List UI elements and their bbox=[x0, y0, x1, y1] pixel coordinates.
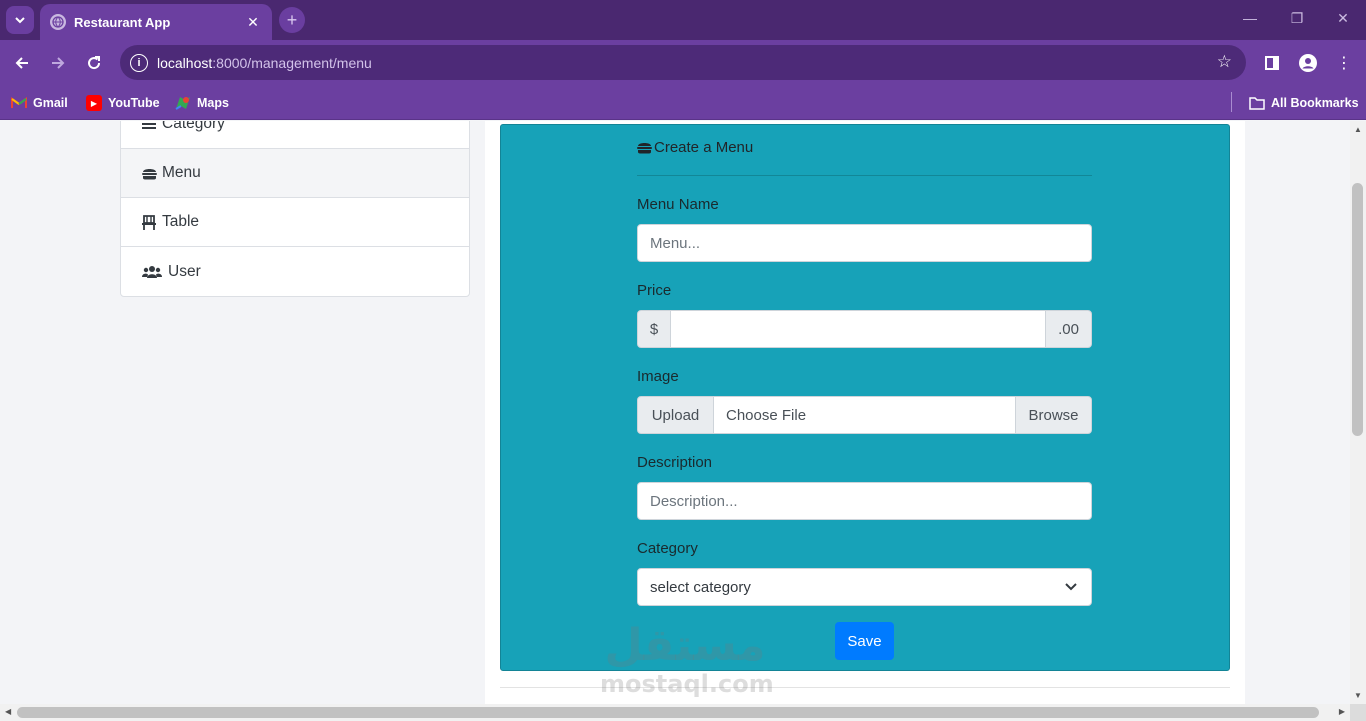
price-input-group: $ .00 bbox=[637, 310, 1092, 348]
scrollbar-corner bbox=[1350, 704, 1366, 721]
bookmarks-separator bbox=[1231, 92, 1232, 112]
menu-name-label: Menu Name bbox=[637, 196, 719, 213]
form-title: Create a Menu bbox=[637, 139, 753, 156]
upload-addon: Upload bbox=[637, 396, 714, 434]
chair-icon bbox=[142, 214, 160, 230]
folder-icon bbox=[1249, 95, 1265, 111]
url-text: localhost:8000/management/menu bbox=[157, 54, 372, 71]
maps-icon bbox=[175, 95, 191, 111]
gmail-icon bbox=[11, 95, 27, 111]
category-select[interactable]: select category bbox=[637, 568, 1092, 606]
save-button[interactable]: Save bbox=[835, 622, 894, 660]
price-suffix: .00 bbox=[1045, 310, 1092, 348]
sidebar-item-menu[interactable]: Menu bbox=[121, 149, 469, 198]
browser-toolbar: i localhost:8000/management/menu ☆ ⋮ bbox=[0, 40, 1366, 86]
bookmark-gmail[interactable]: Gmail bbox=[11, 92, 68, 114]
sidebar-item-table[interactable]: Table bbox=[121, 198, 469, 247]
sidebar-item-category[interactable]: Category bbox=[121, 121, 469, 149]
profile-icon[interactable] bbox=[1296, 51, 1320, 75]
bookmark-maps[interactable]: Maps bbox=[175, 92, 229, 114]
bookmark-youtube[interactable]: ▶ YouTube bbox=[86, 92, 160, 114]
price-label: Price bbox=[637, 282, 672, 299]
side-panel-icon[interactable] bbox=[1260, 51, 1284, 75]
bars-icon bbox=[142, 121, 160, 130]
price-prefix: $ bbox=[637, 310, 671, 348]
page-viewport: Category Menu Table User Create a Menu M… bbox=[0, 121, 1350, 704]
menu-name-input[interactable]: Menu... bbox=[637, 224, 1092, 262]
scroll-right-icon[interactable]: ▶ bbox=[1339, 707, 1345, 716]
horizontal-scrollbar[interactable]: ◀ ▶ bbox=[0, 704, 1350, 721]
hamburger-icon bbox=[637, 141, 652, 154]
address-bar[interactable]: i localhost:8000/management/menu ☆ bbox=[120, 45, 1246, 80]
chevron-down-icon bbox=[1065, 583, 1077, 591]
youtube-icon: ▶ bbox=[86, 95, 102, 111]
users-icon bbox=[142, 265, 166, 279]
globe-icon bbox=[50, 14, 66, 30]
image-label: Image bbox=[637, 368, 679, 385]
active-tab[interactable]: Restaurant App ✕ bbox=[40, 4, 272, 40]
restore-icon[interactable]: ❐ bbox=[1287, 10, 1307, 27]
file-input[interactable]: Choose File bbox=[714, 396, 1015, 434]
close-window-icon[interactable]: ✕ bbox=[1333, 10, 1353, 27]
tab-search-button[interactable] bbox=[6, 6, 34, 34]
browse-button[interactable]: Browse bbox=[1015, 396, 1092, 434]
forward-icon[interactable] bbox=[47, 52, 69, 74]
title-divider bbox=[637, 175, 1092, 176]
scroll-up-icon[interactable]: ▲ bbox=[1354, 125, 1362, 134]
new-tab-button[interactable]: + bbox=[279, 7, 305, 33]
sidebar: Category Menu Table User bbox=[120, 121, 470, 297]
tab-close-icon[interactable]: ✕ bbox=[244, 14, 262, 31]
tab-title: Restaurant App bbox=[74, 14, 171, 30]
minimize-icon[interactable]: — bbox=[1240, 10, 1260, 26]
vertical-scrollbar[interactable]: ▲ ▼ bbox=[1350, 121, 1366, 704]
plus-icon: + bbox=[286, 9, 298, 30]
chevron-down-icon bbox=[15, 17, 25, 24]
horizontal-scroll-thumb[interactable] bbox=[17, 707, 1319, 718]
kebab-menu-icon[interactable]: ⋮ bbox=[1332, 51, 1356, 75]
vertical-scroll-thumb[interactable] bbox=[1352, 183, 1363, 436]
hamburger-icon bbox=[142, 167, 160, 180]
create-menu-panel: Create a Menu Menu Name Menu... Price $ … bbox=[500, 124, 1230, 671]
description-label: Description bbox=[637, 454, 713, 471]
bookmarks-bar: Gmail ▶ YouTube Maps All Bookmarks bbox=[0, 86, 1366, 120]
site-info-icon[interactable]: i bbox=[130, 53, 148, 72]
back-icon[interactable] bbox=[11, 52, 33, 74]
scroll-down-icon[interactable]: ▼ bbox=[1354, 691, 1362, 700]
description-input[interactable]: Description... bbox=[637, 482, 1092, 520]
sidebar-item-user[interactable]: User bbox=[121, 247, 469, 296]
image-input-group: Upload Choose File Browse bbox=[637, 396, 1092, 434]
browser-tab-bar: Restaurant App ✕ + — ❐ ✕ bbox=[0, 0, 1366, 40]
bookmark-star-icon[interactable]: ☆ bbox=[1217, 52, 1232, 72]
price-input[interactable] bbox=[671, 310, 1045, 348]
panel-divider bbox=[500, 687, 1230, 688]
scroll-left-icon[interactable]: ◀ bbox=[5, 707, 11, 716]
reload-icon[interactable] bbox=[83, 52, 105, 74]
all-bookmarks[interactable]: All Bookmarks bbox=[1249, 92, 1359, 114]
category-label: Category bbox=[637, 540, 698, 557]
